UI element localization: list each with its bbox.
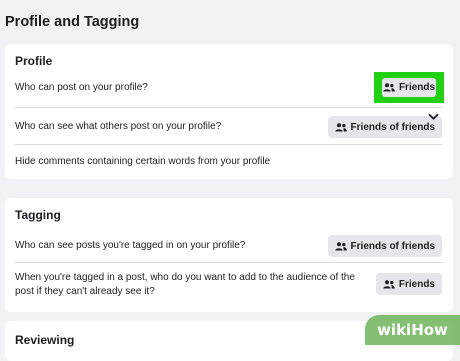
audience-button-friends-of-friends[interactable]: Friends of friends [328,235,442,257]
row-label-tagged-posts: Who can see posts you're tagged in on yo… [15,239,245,253]
audience-button-label: Friends [399,279,435,290]
chevron-down-icon[interactable] [428,113,439,121]
people-icon [335,242,347,251]
audience-button-label: Friends of friends [351,241,435,252]
section-title-profile: Profile [15,54,52,68]
divider [15,262,443,263]
profile-card: Profile Who can post on your profile? Wh… [5,44,453,179]
row-label-who-can-post: Who can post on your profile? [15,81,148,95]
divider [15,107,443,108]
row-label-who-can-see-others-posts: Who can see what others post on your pro… [15,120,221,134]
audience-button-friends[interactable]: Friends [376,273,442,295]
row-label-tagged-audience-line1: When you're tagged in a post, who do you… [15,271,355,285]
row-label-tagged-audience-line2: post if they can't already see it? [15,285,155,299]
wikihow-watermark: wikiHow [365,315,460,345]
row-label-hide-comments[interactable]: Hide comments containing certain words f… [15,155,270,169]
audience-button-label: Friends [399,82,435,93]
tagging-card: Tagging Who can see posts you're tagged … [5,198,453,312]
section-title-tagging: Tagging [15,208,61,222]
people-icon [335,123,347,132]
audience-button-friends-highlighted[interactable]: Friends [374,72,444,103]
audience-button-label: Friends of friends [351,122,435,133]
page-title: Profile and Tagging [5,14,139,30]
people-icon [383,280,395,289]
audience-button-friends-of-friends[interactable]: Friends of friends [328,116,442,138]
people-icon [383,83,395,92]
divider [15,144,443,145]
